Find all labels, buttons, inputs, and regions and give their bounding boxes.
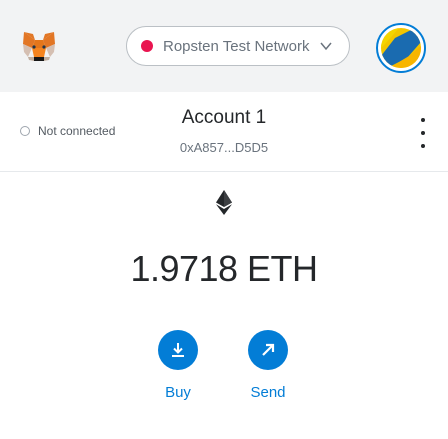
buy-label: Buy	[165, 384, 191, 401]
app-header: Ropsten Test Network	[0, 0, 448, 92]
account-address[interactable]: 0xA857...D5D5	[0, 140, 448, 155]
wallet-popup: Ropsten Test Network Not connected Accou…	[0, 0, 448, 439]
account-details: Not connected Account 1 0xA857...D5D5	[0, 92, 448, 172]
network-status-dot	[141, 40, 153, 52]
account-name[interactable]: Account 1	[0, 107, 448, 129]
network-selector[interactable]: Ropsten Test Network	[126, 26, 350, 66]
send-label: Send	[250, 384, 286, 401]
send-button[interactable]: Send	[238, 330, 298, 401]
buy-button[interactable]: Buy	[148, 330, 208, 401]
chevron-down-icon	[319, 39, 333, 53]
account-identicon	[381, 28, 421, 68]
send-arrow-icon	[248, 330, 288, 370]
download-icon	[158, 330, 198, 370]
metamask-fox-icon[interactable]	[22, 30, 56, 62]
account-avatar-button[interactable]	[376, 23, 426, 73]
balance-amount: 1.9718 ETH	[130, 248, 318, 289]
kebab-menu-icon[interactable]	[416, 118, 430, 148]
network-label: Ropsten Test Network	[163, 37, 310, 55]
ethereum-icon	[210, 188, 238, 216]
